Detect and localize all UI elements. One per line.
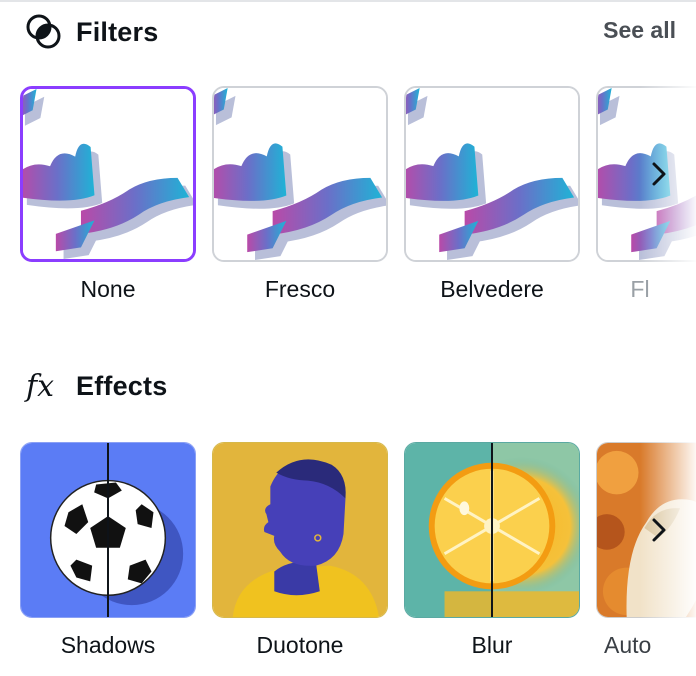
effect-label: Duotone bbox=[256, 632, 344, 658]
chevron-right-icon bbox=[652, 162, 666, 186]
effects-header: fx Effects bbox=[24, 366, 167, 406]
chevron-right-icon bbox=[652, 518, 666, 542]
filter-label: Fl bbox=[630, 276, 650, 302]
soccer-ball-image bbox=[21, 443, 195, 617]
filters-header: Filters bbox=[24, 12, 158, 52]
see-all-link[interactable]: See all bbox=[603, 17, 676, 44]
filter-thumbnail bbox=[406, 88, 578, 260]
effect-tile-blur[interactable] bbox=[404, 442, 580, 618]
duotone-portrait-image bbox=[213, 443, 387, 617]
filters-icon bbox=[24, 12, 64, 52]
svg-text:fx: fx bbox=[24, 369, 54, 404]
effects-carousel bbox=[20, 442, 696, 620]
effect-tile-shadows[interactable] bbox=[20, 442, 196, 618]
filter-thumbnail bbox=[23, 89, 193, 259]
effect-label: Blur bbox=[471, 632, 513, 658]
fx-icon: fx bbox=[24, 366, 64, 406]
top-divider bbox=[0, 0, 696, 2]
filter-label: Belvedere bbox=[440, 276, 544, 302]
filter-label: None bbox=[80, 276, 136, 302]
filters-carousel bbox=[20, 86, 696, 264]
orange-blur-image bbox=[405, 443, 579, 617]
effects-next-button[interactable] bbox=[642, 505, 676, 555]
effect-label: Auto bbox=[604, 632, 652, 658]
filter-tile-none[interactable] bbox=[20, 86, 196, 262]
filter-label: Fresco bbox=[264, 276, 336, 302]
filters-title: Filters bbox=[76, 16, 159, 47]
filters-next-button[interactable] bbox=[642, 149, 676, 199]
effect-label: Shadows bbox=[60, 632, 156, 658]
filter-thumbnail bbox=[214, 88, 386, 260]
effects-title: Effects bbox=[76, 370, 168, 401]
filter-tile-belvedere[interactable] bbox=[404, 86, 580, 262]
effect-tile-duotone[interactable] bbox=[212, 442, 388, 618]
filter-tile-fresco[interactable] bbox=[212, 86, 388, 262]
